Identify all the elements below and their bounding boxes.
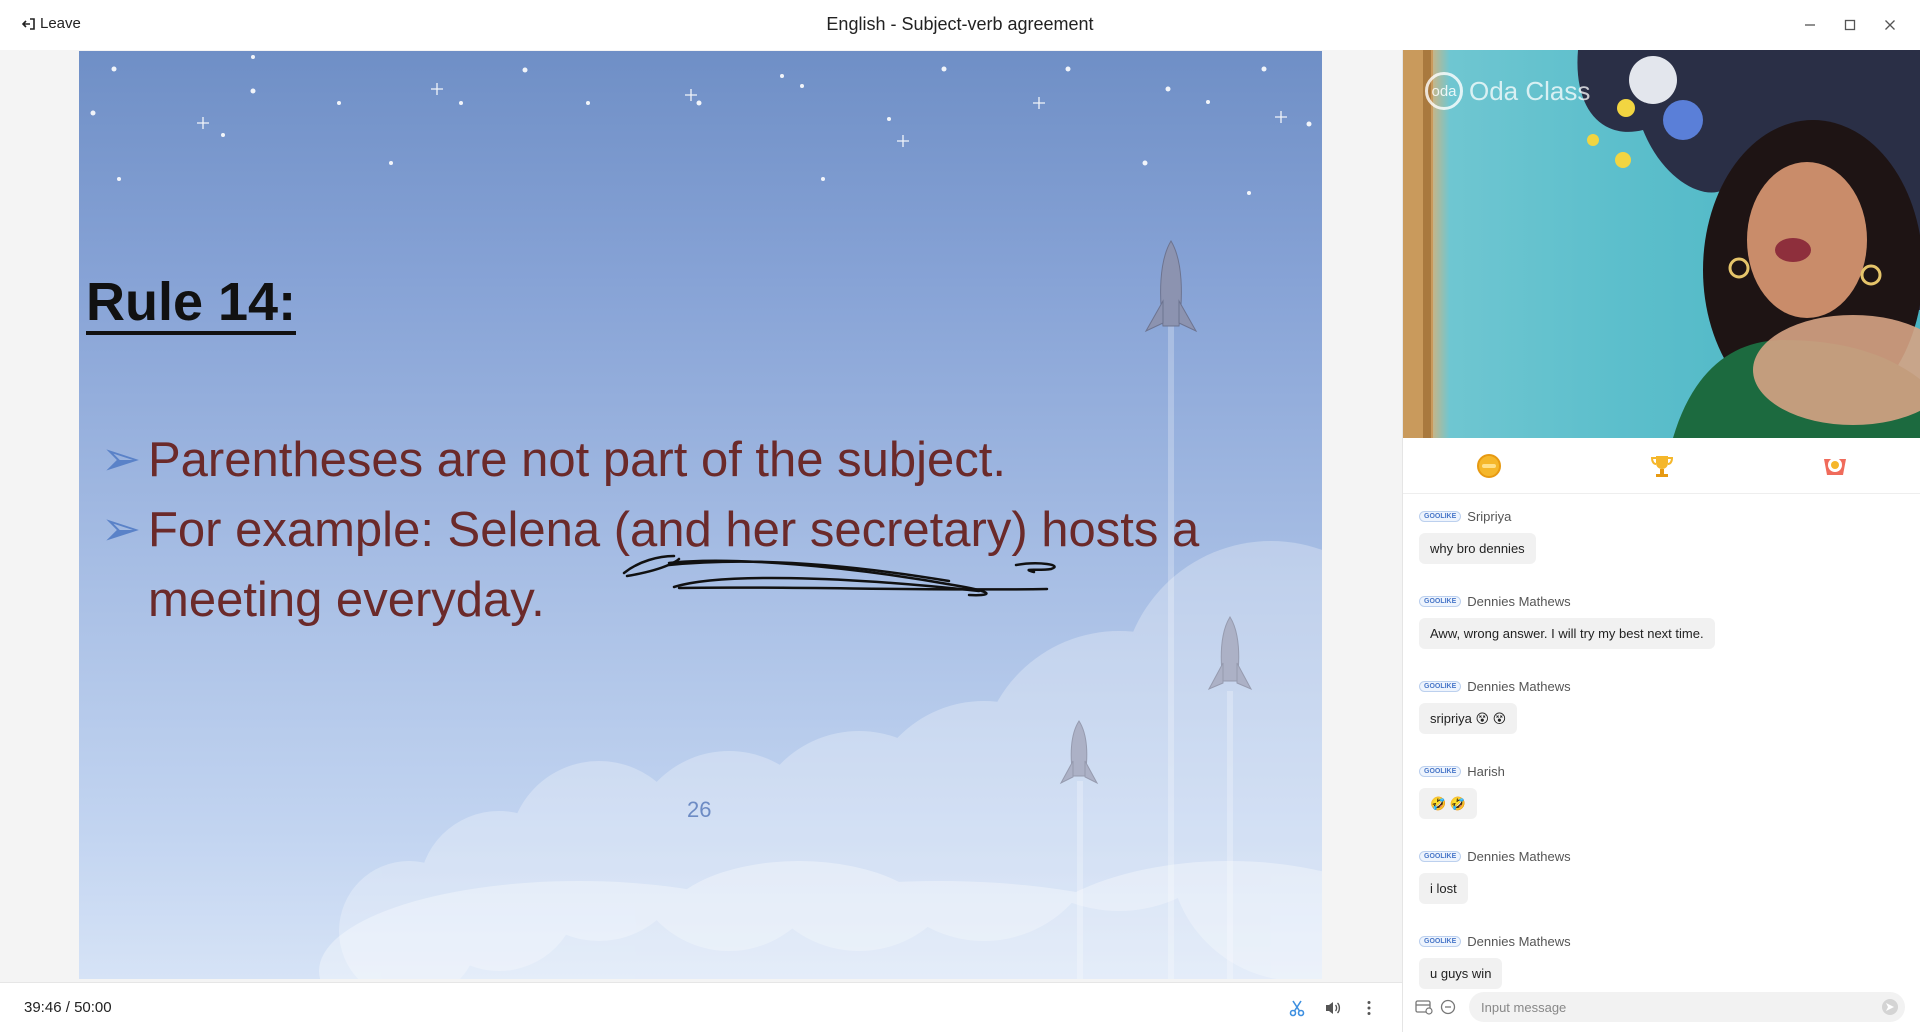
slide-bullet-2: For example: Selena (and her secretary) …	[148, 503, 1200, 627]
total-time: 50:00	[74, 999, 112, 1016]
chat-bubble: i lost	[1419, 873, 1468, 904]
chat-message: GOOLIKE Dennies Mathews i lost	[1419, 846, 1909, 927]
scissors-icon	[1289, 1000, 1305, 1017]
side-panel: oda Oda Class GOOLIKE Sripriya why bro d…	[1402, 50, 1920, 1032]
arrow-bullet-icon: ➢	[101, 433, 142, 486]
window-title: English - Subject-verb agreement	[826, 14, 1094, 34]
trophy-button[interactable]	[1647, 451, 1677, 481]
chat-message-input[interactable]	[1469, 992, 1905, 1022]
award-button[interactable]	[1820, 451, 1850, 481]
award-badge-icon	[1823, 457, 1846, 475]
slide-bullet-1: Parentheses are not part of the subject.	[148, 433, 1007, 487]
chat-username: Dennies Mathews	[1467, 848, 1571, 864]
emoji-button[interactable]	[1438, 997, 1458, 1017]
chat-message: GOOLIKE Dennies Mathews sripriya 😵 😵	[1419, 676, 1909, 757]
oda-logo-icon: oda	[1425, 72, 1463, 110]
close-icon	[1885, 20, 1895, 30]
slide: Rule 14: ➢ Parentheses are not part of t…	[79, 51, 1322, 979]
trophy-icon	[1650, 455, 1673, 477]
close-button[interactable]	[1870, 12, 1910, 38]
send-icon	[1886, 1003, 1894, 1011]
user-badge: GOOLIKE	[1419, 850, 1462, 862]
user-badge: GOOLIKE	[1419, 765, 1462, 777]
oda-class-watermark: oda Oda Class	[1425, 72, 1590, 110]
oda-coin-icon	[1477, 453, 1502, 478]
playback-bar: 39:46 / 50:00	[0, 982, 1402, 1032]
chat-message: GOOLIKE Sripriya why bro dennies	[1419, 506, 1909, 587]
reaction-bar	[1403, 438, 1920, 494]
chat-bubble: Aww, wrong answer. I will try my best ne…	[1419, 618, 1715, 649]
chat-bubble: sripriya 😵 😵	[1419, 703, 1518, 734]
chat-username: Sripriya	[1467, 508, 1512, 524]
chat-input-bar	[1403, 982, 1920, 1032]
slide-page-number: 26	[687, 797, 712, 822]
arrow-bullet-icon: ➢	[101, 503, 142, 556]
teacher-video: oda Oda Class	[1403, 50, 1920, 438]
current-time: 39:46	[24, 999, 62, 1016]
minimize-icon	[1805, 24, 1815, 26]
maximize-icon	[1844, 19, 1856, 31]
time-separator: /	[65, 999, 70, 1016]
maximize-button[interactable]	[1830, 12, 1870, 38]
chat-message: GOOLIKE Harish 🤣 🤣	[1419, 761, 1909, 842]
title-bar: Leave English - Subject-verb agreement	[0, 0, 1920, 50]
more-options-button[interactable]	[1358, 997, 1380, 1019]
user-badge: GOOLIKE	[1419, 510, 1462, 522]
chat-bubble-icon	[1440, 999, 1456, 1015]
chat-username: Harish	[1467, 763, 1505, 779]
quick-reply-button[interactable]	[1414, 997, 1434, 1017]
chat-bubble: 🤣 🤣	[1419, 788, 1477, 819]
chat-message: GOOLIKE Dennies Mathews Aww, wrong answer…	[1419, 591, 1909, 672]
oda-coin-button[interactable]	[1474, 451, 1504, 481]
playback-time: 39:46 / 50:00	[24, 999, 112, 1016]
chat-list: GOOLIKE Sripriya why bro dennies GOOLIKE D…	[1419, 502, 1909, 1012]
chat-username: Dennies Mathews	[1467, 678, 1571, 694]
user-badge: GOOLIKE	[1419, 680, 1462, 692]
volume-icon	[1326, 1002, 1341, 1014]
card-icon	[1415, 1000, 1433, 1015]
minimize-button[interactable]	[1790, 12, 1830, 38]
send-button[interactable]	[1882, 999, 1898, 1015]
user-badge: GOOLIKE	[1419, 935, 1462, 947]
more-vertical-icon	[1367, 1001, 1371, 1015]
volume-button[interactable]	[1322, 997, 1344, 1019]
clip-button[interactable]	[1286, 997, 1308, 1019]
chat-username: Dennies Mathews	[1467, 593, 1571, 609]
chat-username: Dennies Mathews	[1467, 933, 1571, 949]
user-badge: GOOLIKE	[1419, 595, 1462, 607]
slide-heading: Rule 14:	[86, 273, 297, 335]
watermark-text: Oda Class	[1469, 75, 1591, 106]
chat-bubble: why bro dennies	[1419, 533, 1536, 564]
